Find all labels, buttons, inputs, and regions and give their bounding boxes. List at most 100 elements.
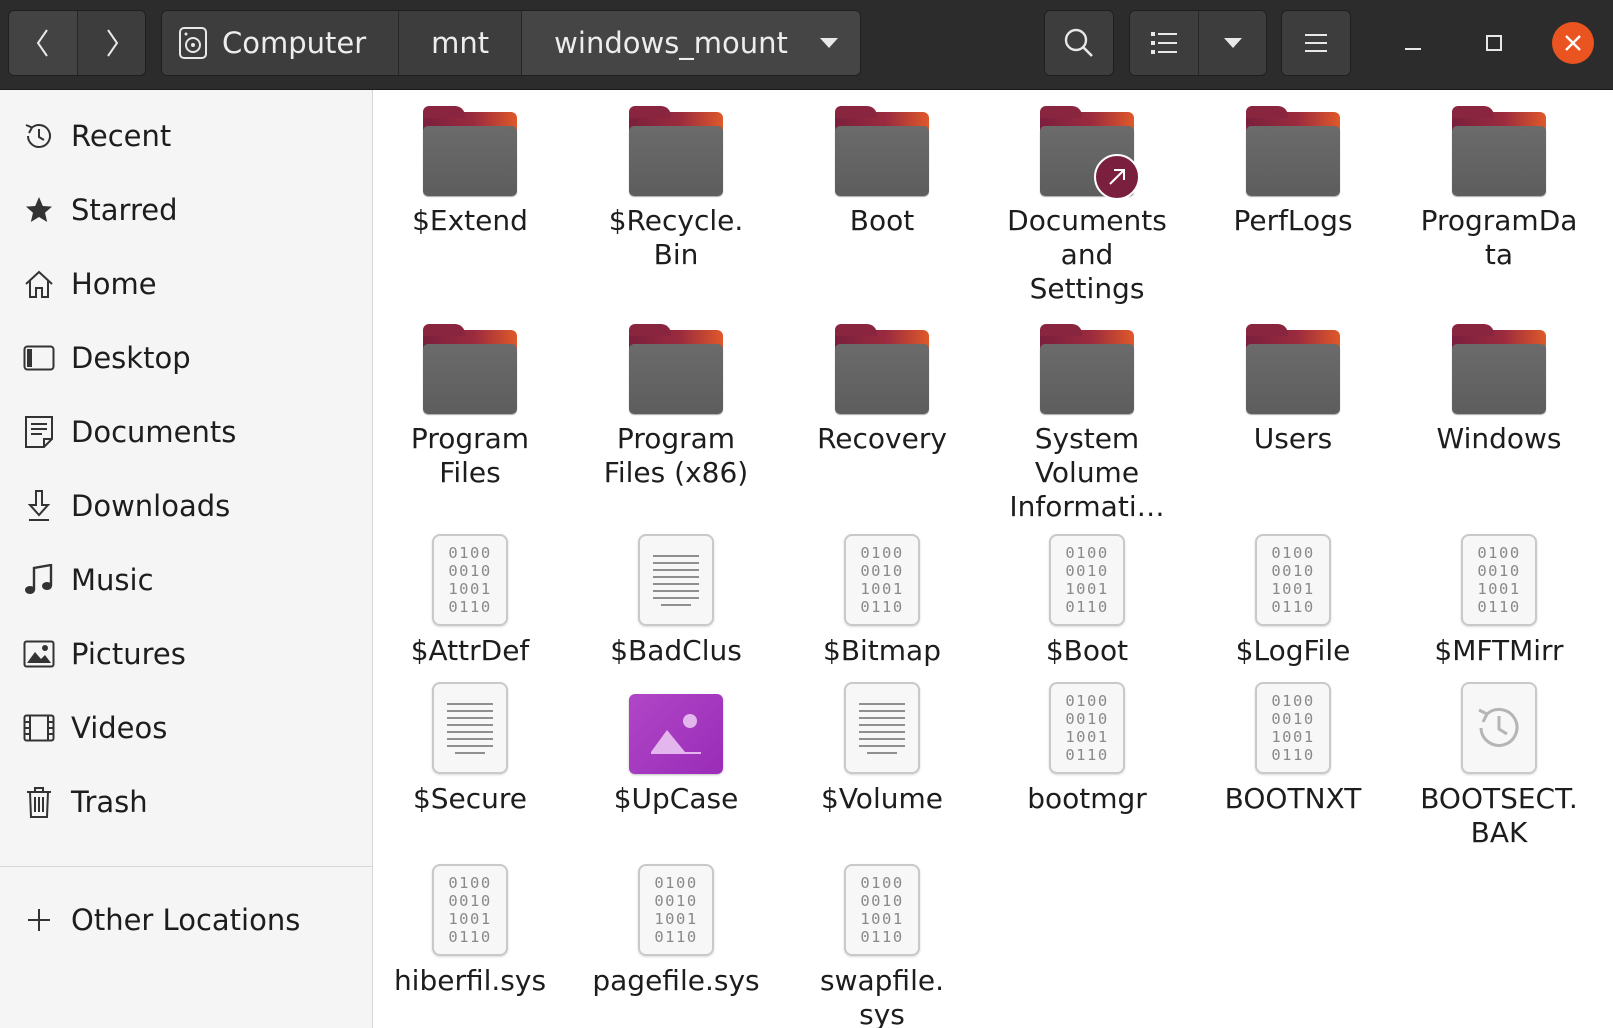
item-icon [415,678,525,774]
path-segment-mnt[interactable]: mnt [398,11,522,75]
folder-item[interactable]: Windows [1406,318,1592,456]
item-name: Boot [849,204,915,237]
folder-item[interactable]: Users [1200,318,1386,456]
folder-icon [835,106,929,196]
file-item[interactable]: 0100 0010 1001 0110 $MFTMirr [1406,530,1592,668]
item-name: Windows [1436,422,1562,455]
file-item[interactable]: 0100 0010 1001 0110 $LogFile [1200,530,1386,668]
item-icon [415,318,525,414]
item-name: $LogFile [1235,634,1351,667]
list-view-button[interactable] [1130,11,1198,75]
header-bar: Computer mnt windows_mount [0,0,1613,90]
sidebar-item-trash[interactable]: Trash [0,769,372,835]
sidebar-item-pictures[interactable]: Pictures [0,621,372,687]
sidebar-item-label: Recent [71,119,172,153]
text-file-icon [432,682,508,774]
file-item[interactable]: 0100 0010 1001 0110 swapfile. sys [789,860,975,1028]
sidebar-item-label: Pictures [71,637,186,671]
binary-file-icon: 0100 0010 1001 0110 [638,864,714,956]
file-item[interactable]: $Volume [789,678,975,816]
star-icon [22,193,56,227]
item-icon [827,100,937,196]
file-item[interactable]: 0100 0010 1001 0110 $Bitmap [789,530,975,668]
folder-icon [423,106,517,196]
sidebar: Recent Starred Home Desktop Documents Do… [0,90,373,1028]
menu-button-group [1281,10,1351,76]
main-menu-button[interactable] [1282,11,1350,75]
sidebar-item-music[interactable]: Music [0,547,372,613]
videos-icon [22,711,56,745]
view-options-dropdown[interactable] [1198,11,1266,75]
path-segment-windows-mount[interactable]: windows_mount [521,11,860,75]
folder-item[interactable]: Documents and Settings [994,100,1180,306]
folder-item[interactable]: Recovery [789,318,975,456]
drive-icon [179,27,207,59]
item-icon: 0100 0010 1001 0110 [415,530,525,626]
back-button[interactable] [9,11,77,75]
item-icon [1238,318,1348,414]
item-name: $MFTMirr [1434,634,1564,667]
folder-item[interactable]: System Volume Informati… [994,318,1180,524]
binary-file-icon: 0100 0010 1001 0110 [844,534,920,626]
file-item[interactable]: 0100 0010 1001 0110 BOOTNXT [1200,678,1386,816]
path-segment-computer[interactable]: Computer [162,11,399,75]
view-button-group [1129,10,1267,76]
item-name: BOOTNXT [1224,782,1362,815]
maximize-button[interactable] [1473,22,1515,64]
sidebar-item-videos[interactable]: Videos [0,695,372,761]
file-item[interactable]: 0100 0010 1001 0110 $AttrDef [377,530,563,668]
file-item[interactable]: 0100 0010 1001 0110 bootmgr [994,678,1180,816]
folder-item[interactable]: $Extend [377,100,563,238]
folder-item[interactable]: Program Files (x86) [583,318,769,490]
sidebar-item-label: Trash [71,785,148,819]
sidebar-item-home[interactable]: Home [0,251,372,317]
item-name: $UpCase [613,782,739,815]
desktop-icon [22,341,56,375]
file-item[interactable]: 0100 0010 1001 0110 pagefile.sys [583,860,769,998]
sidebar-item-starred[interactable]: Starred [0,177,372,243]
path-label: mnt [431,26,490,60]
file-item[interactable]: 0100 0010 1001 0110 hiberfil.sys [377,860,563,998]
sidebar-item-documents[interactable]: Documents [0,399,372,465]
sidebar-item-other-locations[interactable]: Other Locations [0,887,372,953]
item-name: pagefile.sys [592,964,760,997]
file-item[interactable]: 0100 0010 1001 0110 $Boot [994,530,1180,668]
item-icon [1444,318,1554,414]
folder-item[interactable]: $Recycle. Bin [583,100,769,272]
folder-item[interactable]: Boot [789,100,975,238]
item-name: PerfLogs [1233,204,1353,237]
image-file-icon [629,694,723,774]
item-name: $Bitmap [823,634,941,667]
hamburger-menu-icon [1305,34,1327,52]
sidebar-separator [0,866,372,867]
item-icon [1444,100,1554,196]
sidebar-item-label: Documents [71,415,237,449]
sidebar-item-label: Starred [71,193,178,227]
item-name: $Volume [821,782,943,815]
forward-button[interactable] [77,11,145,75]
item-icon: 0100 0010 1001 0110 [827,860,937,956]
search-button[interactable] [1045,11,1113,75]
file-item[interactable]: $Secure [377,678,563,816]
item-name: Program Files (x86) [603,422,749,489]
home-icon [22,267,56,301]
music-icon [22,563,56,597]
item-name: bootmgr [1027,782,1147,815]
folder-item[interactable]: ProgramDa ta [1406,100,1592,272]
folder-item[interactable]: PerfLogs [1200,100,1386,238]
item-icon [1238,100,1348,196]
folder-item[interactable]: Program Files [377,318,563,490]
file-item[interactable]: $BadClus [583,530,769,668]
sidebar-item-desktop[interactable]: Desktop [0,325,372,391]
file-item[interactable]: $UpCase [583,678,769,816]
sidebar-item-recent[interactable]: Recent [0,103,372,169]
trash-icon [22,785,56,819]
folder-icon [629,106,723,196]
file-item[interactable]: BOOTSECT. BAK [1406,678,1592,850]
symlink-arrow-icon [1094,154,1140,200]
sidebar-item-downloads[interactable]: Downloads [0,473,372,539]
minimize-button[interactable] [1392,22,1434,64]
search-icon [1064,28,1093,57]
close-button[interactable] [1552,22,1594,64]
item-icon: 0100 0010 1001 0110 [1032,678,1142,774]
